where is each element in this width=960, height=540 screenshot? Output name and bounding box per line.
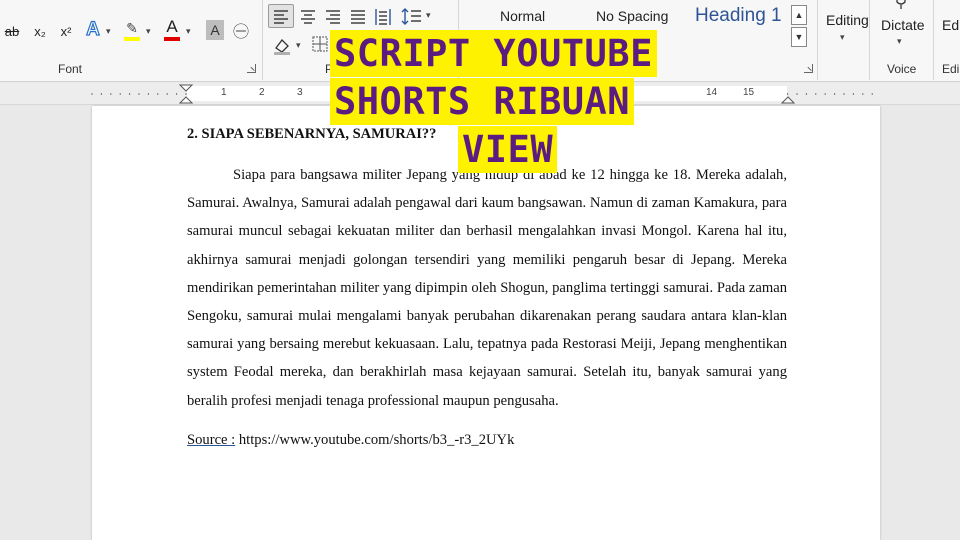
- document-paragraph: Siapa para bangsawa militer Jepang yang …: [187, 167, 787, 409]
- shading-dropdown-icon[interactable]: ▾: [296, 40, 301, 51]
- highlight-button[interactable]: ✎: [122, 18, 142, 38]
- align-right-icon[interactable]: [322, 5, 344, 27]
- highlight-dropdown-icon[interactable]: ▾: [146, 26, 151, 37]
- align-left-icon: [274, 10, 288, 24]
- shading-icon[interactable]: [270, 34, 294, 56]
- indent-marker-icon[interactable]: [178, 83, 194, 105]
- editor-group-label: Edi: [942, 62, 960, 76]
- ribbon-separator: [933, 0, 934, 80]
- line-spacing-dropdown-icon[interactable]: ▾: [426, 10, 431, 21]
- font-color-bar: [164, 37, 180, 41]
- subscript-button[interactable]: x₂: [30, 20, 50, 42]
- font-group-label: Font: [58, 62, 83, 76]
- dictate-button[interactable]: Dictate ▾: [875, 0, 927, 60]
- editing-label: Editing: [826, 12, 869, 28]
- source-label: Source :: [187, 432, 236, 448]
- microphone-icon: [896, 0, 906, 9]
- dictate-dropdown-icon: ▾: [897, 36, 902, 46]
- justify-icon[interactable]: [347, 5, 369, 27]
- editing-button[interactable]: Editing ▾: [822, 0, 869, 60]
- styles-dialog-launcher[interactable]: [804, 64, 813, 73]
- text-effects-button[interactable]: A: [82, 18, 104, 42]
- title-overlay-line-1: SCRIPT YOUTUBE: [330, 30, 657, 77]
- highlight-color-bar: [124, 37, 140, 41]
- font-color-dropdown-icon[interactable]: ▾: [186, 26, 191, 37]
- ruler-label: 2: [259, 87, 265, 98]
- text-effects-dropdown-icon[interactable]: ▾: [106, 26, 111, 37]
- title-overlay-line-2: SHORTS RIBUAN: [330, 78, 635, 125]
- align-left-button[interactable]: [268, 4, 294, 28]
- title-overlay-line-3: VIEW: [458, 126, 558, 173]
- ruler-label: 15: [743, 87, 755, 98]
- line-spacing-icon[interactable]: [400, 5, 424, 27]
- distributed-icon[interactable]: [372, 5, 394, 27]
- ruler-label: 14: [706, 87, 718, 98]
- dictate-label: Dictate: [881, 17, 925, 33]
- source-line: Source : https://www.youtube.com/shorts/…: [187, 432, 514, 449]
- editor-button[interactable]: Edi: [940, 0, 960, 60]
- align-center-icon[interactable]: [297, 5, 319, 27]
- character-shading-button[interactable]: A: [206, 20, 224, 40]
- styles-more-button[interactable]: ▼: [791, 27, 807, 47]
- ribbon-separator: [262, 0, 263, 80]
- enclose-characters-button[interactable]: ㊀: [230, 19, 252, 41]
- editor-label: Edi: [942, 17, 960, 33]
- font-dialog-launcher[interactable]: [247, 64, 256, 73]
- editing-dropdown-icon: ▾: [840, 32, 845, 42]
- style-no-spacing[interactable]: No Spacing: [596, 0, 668, 32]
- superscript-button[interactable]: x²: [56, 20, 76, 42]
- style-normal[interactable]: Normal: [500, 0, 545, 32]
- voice-group-label: Voice: [887, 62, 917, 76]
- ruler-label: 3: [297, 87, 303, 98]
- source-url: https://www.youtube.com/shorts/b3_-r3_2U…: [235, 432, 515, 448]
- style-heading-1[interactable]: Heading 1: [695, 0, 782, 32]
- document-heading: 2. SIAPA SEBENARNYA, SAMURAI??: [187, 126, 437, 142]
- font-color-button[interactable]: A: [162, 16, 182, 38]
- strikethrough-button[interactable]: ab: [2, 20, 22, 42]
- borders-icon[interactable]: [310, 34, 330, 54]
- ribbon-separator: [869, 0, 870, 80]
- ruler-label: 1: [221, 87, 227, 98]
- ribbon-separator: [817, 0, 818, 80]
- styles-scroll-up-button[interactable]: ▲: [791, 5, 807, 25]
- right-indent-marker-icon[interactable]: [781, 83, 795, 105]
